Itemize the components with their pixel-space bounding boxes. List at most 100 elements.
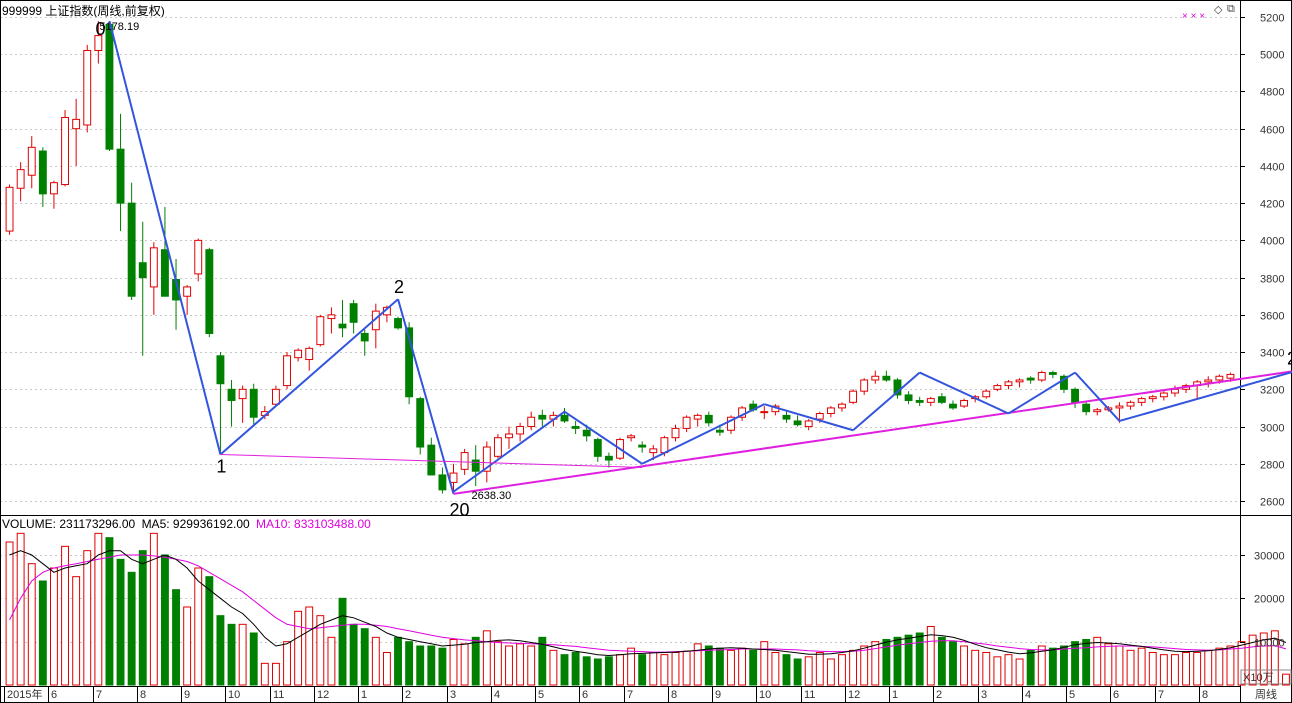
candle-up <box>1004 381 1013 387</box>
candle-up <box>327 314 336 320</box>
time-tick-label: 5 <box>538 689 544 701</box>
candle-down <box>471 459 480 472</box>
time-tick-label: 7 <box>627 689 633 701</box>
time-tick-label: 7 <box>96 689 102 701</box>
time-tick-label: 8 <box>671 689 677 701</box>
volume-bar <box>593 658 602 686</box>
wave-1-2 <box>219 298 399 456</box>
volume-bar <box>582 656 591 686</box>
volume-bar <box>682 650 691 686</box>
volume-bar <box>1060 645 1068 686</box>
volume-bar <box>1159 654 1168 686</box>
candle-up <box>671 427 680 439</box>
candle-down <box>1071 388 1080 403</box>
time-tick-label: 7 <box>1158 689 1164 701</box>
candle-up <box>5 186 14 232</box>
volume-bar <box>1171 654 1179 686</box>
candle-up <box>1015 379 1024 383</box>
volume-bar <box>327 636 336 686</box>
volume-bar <box>671 652 680 686</box>
volume-bar <box>238 623 247 686</box>
volume-bar <box>438 647 447 686</box>
volume-bar <box>138 550 147 686</box>
volume-bar <box>172 589 180 686</box>
volume-bar <box>904 634 913 686</box>
candle-up <box>1115 405 1124 409</box>
candle-up <box>305 347 314 361</box>
time-tick-label: 1 <box>892 689 898 701</box>
time-tick-label: 6 <box>51 689 57 701</box>
volume-bar <box>782 654 791 686</box>
volume-bar <box>216 615 225 686</box>
candle-up <box>993 385 1002 390</box>
candle-up <box>50 182 58 195</box>
volume-bar <box>160 554 169 686</box>
volume-bar <box>1104 643 1113 686</box>
time-tick-label: 12 <box>848 689 860 701</box>
low-annotation: 2638.30 <box>472 490 512 502</box>
volume-bar <box>993 656 1002 686</box>
volume-bar <box>127 571 136 686</box>
candle-down <box>571 426 580 429</box>
volume-bar <box>405 641 414 686</box>
volume-bar <box>338 597 347 686</box>
volume-series[interactable] <box>5 532 1290 686</box>
candle-down <box>1082 403 1091 413</box>
candle-down <box>638 444 647 448</box>
candle-down <box>116 148 125 204</box>
time-tick-label: 12 <box>317 689 329 701</box>
volume-bar <box>649 652 658 686</box>
wave-label-1: 1 <box>216 456 226 476</box>
price-tick-label: 4800 <box>1260 87 1284 99</box>
volume-bar <box>527 645 536 686</box>
candle-up <box>815 413 824 420</box>
candle-up <box>1204 379 1213 383</box>
volume-bar <box>915 632 924 686</box>
time-tick-label: 4 <box>494 689 500 701</box>
volume-bar <box>738 647 747 686</box>
candle-up <box>1215 375 1224 381</box>
candle-down <box>360 332 369 342</box>
price-tick-label: 4000 <box>1260 236 1284 248</box>
candle-down <box>582 429 591 437</box>
candle-down <box>949 403 957 409</box>
time-tick-label: 11 <box>273 689 284 701</box>
candle-down <box>1026 377 1035 381</box>
candle-down <box>937 396 946 403</box>
candle-up <box>693 414 702 420</box>
kline-chart[interactable]: 5200 5000 4800 4600 4400 4200 4000 3800 3600 3400… <box>0 0 1292 703</box>
candle-down <box>782 414 791 420</box>
candle-down <box>1048 372 1057 375</box>
candle-down <box>915 399 924 403</box>
candle-down <box>793 420 802 426</box>
volume-bar <box>1115 645 1124 686</box>
time-tick-label: 1 <box>361 689 367 701</box>
volume-bar <box>571 652 580 686</box>
candle-down <box>205 249 214 334</box>
volume-bar <box>83 550 92 686</box>
candle-up <box>682 416 691 429</box>
candle-up <box>960 399 969 407</box>
candle-up <box>194 239 203 275</box>
time-tick-label: 4 <box>1025 689 1031 701</box>
volume-bar <box>1126 649 1135 686</box>
candle-up <box>294 349 303 359</box>
candle-up <box>826 407 835 415</box>
volume-bar <box>1282 673 1290 686</box>
candle-up <box>516 426 525 435</box>
candle-up <box>1148 396 1157 400</box>
candle-down <box>216 355 225 385</box>
volume-bar <box>394 636 402 686</box>
volume-tick-label: 30000 <box>1254 551 1285 563</box>
volume-bar <box>1204 649 1213 686</box>
volume-bar <box>1226 645 1235 686</box>
sub-wave-segment <box>641 403 765 465</box>
period-label: 周线 <box>1255 687 1277 701</box>
time-tick-label: 3 <box>450 689 456 701</box>
volume-bar <box>1137 647 1146 686</box>
volume-bar <box>749 649 758 686</box>
candle-down <box>38 150 47 195</box>
volume-bar <box>604 656 613 686</box>
time-tick-label: 3 <box>981 689 987 701</box>
candle-up <box>72 118 81 130</box>
